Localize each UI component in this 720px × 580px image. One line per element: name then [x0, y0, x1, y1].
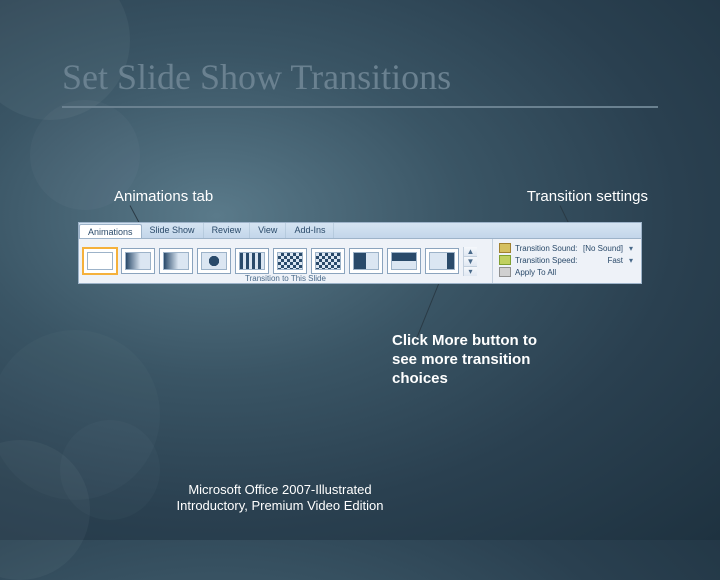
apply-all-icon: [499, 267, 511, 277]
transition-thumb[interactable]: [349, 248, 383, 274]
apply-to-all-label: Apply To All: [515, 268, 556, 277]
tab-add-ins[interactable]: Add-Ins: [286, 223, 334, 238]
transition-thumb[interactable]: [311, 248, 345, 274]
transition-speed-row[interactable]: Transition Speed: Fast ▾: [499, 255, 635, 265]
transition-speed-label: Transition Speed:: [515, 256, 577, 265]
callout-line: [416, 280, 440, 338]
callout-click-more: Click More button to see more transition…: [392, 332, 542, 388]
transition-thumb[interactable]: [387, 248, 421, 274]
ribbon-body: ▲ ▼ ▾ Transition to This Slide Transitio…: [79, 239, 641, 283]
gallery-caption: Transition to This Slide: [79, 274, 492, 284]
speed-icon: [499, 255, 511, 265]
tab-review[interactable]: Review: [204, 223, 251, 238]
transition-thumb[interactable]: [425, 248, 459, 274]
chevron-down-icon[interactable]: ▾: [627, 244, 635, 253]
transition-thumb[interactable]: [197, 248, 231, 274]
apply-to-all-button[interactable]: Apply To All: [499, 267, 635, 277]
transition-thumb-none[interactable]: [83, 248, 117, 274]
transition-thumb[interactable]: [273, 248, 307, 274]
page-title: Set Slide Show Transitions: [62, 56, 451, 98]
tab-view[interactable]: View: [250, 223, 286, 238]
transition-thumb[interactable]: [235, 248, 269, 274]
transition-sound-row[interactable]: Transition Sound: [No Sound] ▾: [499, 243, 635, 253]
transition-speed-value: Fast: [607, 256, 623, 265]
footer-text: Microsoft Office 2007-Illustrated Introd…: [160, 482, 400, 515]
callout-animations-tab: Animations tab: [114, 188, 213, 205]
transition-thumb[interactable]: [121, 248, 155, 274]
transition-gallery: ▲ ▼ ▾ Transition to This Slide: [79, 239, 493, 283]
tab-slide-show[interactable]: Slide Show: [142, 223, 204, 238]
transition-settings-group: Transition Sound: [No Sound] ▾ Transitio…: [493, 239, 641, 283]
ribbon: Animations Slide Show Review View Add-In…: [78, 222, 642, 284]
title-underline: [62, 106, 658, 108]
tab-animations[interactable]: Animations: [79, 224, 142, 238]
sound-icon: [499, 243, 511, 253]
transition-sound-value: [No Sound]: [583, 244, 623, 253]
ribbon-tabs: Animations Slide Show Review View Add-In…: [79, 223, 641, 239]
chevron-down-icon[interactable]: ▾: [627, 256, 635, 265]
transition-sound-label: Transition Sound:: [515, 244, 577, 253]
gallery-more-column: ▲ ▼ ▾: [463, 247, 477, 276]
gallery-scroll-up[interactable]: ▲: [464, 247, 477, 257]
transition-thumb[interactable]: [159, 248, 193, 274]
gallery-scroll-down[interactable]: ▼: [464, 257, 477, 267]
callout-transition-settings: Transition settings: [527, 188, 648, 205]
